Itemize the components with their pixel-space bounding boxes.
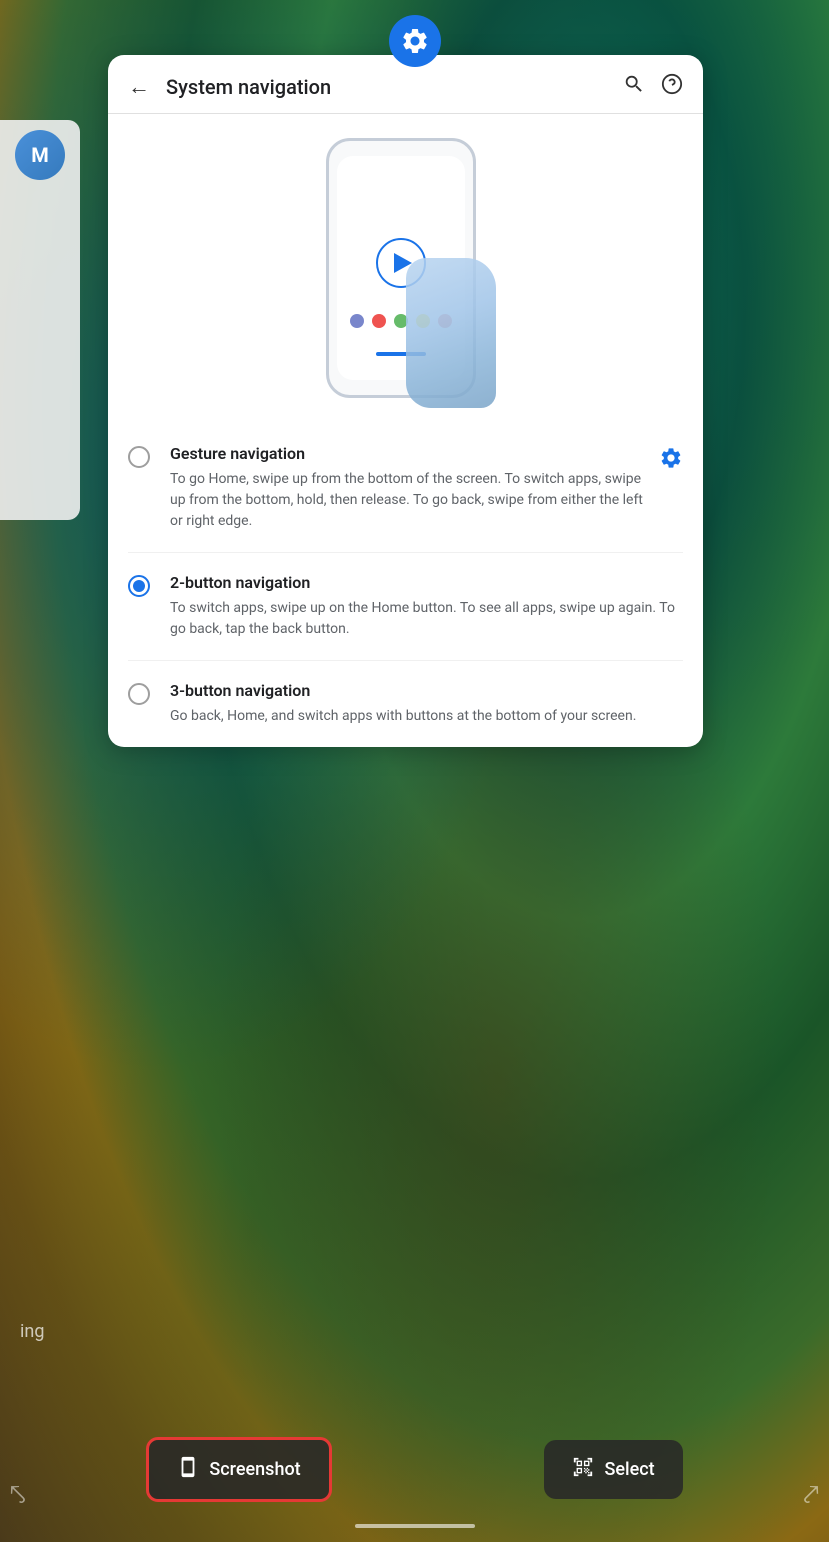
two-button-title: 2-button navigation [170,573,683,592]
back-button[interactable]: ← [128,74,150,100]
select-button[interactable]: Select [544,1440,682,1499]
gesture-desc: To go Home, swipe up from the bottom of … [170,469,647,532]
gesture-settings[interactable] [659,446,683,474]
two-button-desc: To switch apps, swipe up on the Home but… [170,598,683,640]
three-button-desc: Go back, Home, and switch apps with butt… [170,706,683,727]
options-area: Gesture navigation To go Home, swipe up … [108,424,703,747]
two-button-text: 2-button navigation To switch apps, swip… [170,573,683,640]
three-button-title: 3-button navigation [170,681,683,700]
radio-selected-indicator [133,580,145,592]
three-button-radio[interactable] [128,683,150,705]
search-icon[interactable] [623,73,645,101]
gesture-title: Gesture navigation [170,444,647,463]
hand-illustration [406,258,506,418]
avatar: M [15,130,65,180]
page-title: System navigation [166,75,623,99]
gesture-radio[interactable] [128,446,150,468]
gesture-text: Gesture navigation To go Home, swipe up … [170,444,647,532]
header-icons [623,73,683,101]
three-button-navigation-option[interactable]: 3-button navigation Go back, Home, and s… [128,661,683,747]
phone-illustration [326,138,486,408]
illustration-area [108,114,703,424]
gear-icon [389,15,441,67]
screenshot-icon [177,1456,199,1483]
navigation-dot [350,314,364,328]
select-label: Select [604,1459,654,1480]
settings-card: ← System navigation [108,55,703,747]
navigation-indicator [355,1524,475,1528]
left-panel: M [0,120,80,520]
screenshot-button[interactable]: Screenshot [146,1437,331,1502]
bottom-bar: Screenshot Select [0,1437,829,1502]
two-button-navigation-option[interactable]: 2-button navigation To switch apps, swip… [128,553,683,661]
help-icon[interactable] [661,73,683,101]
side-text: ing [20,1321,44,1342]
screenshot-label: Screenshot [209,1459,300,1480]
three-button-text: 3-button navigation Go back, Home, and s… [170,681,683,727]
select-icon [572,1456,594,1483]
hand-shape [406,258,496,408]
navigation-dot [372,314,386,328]
two-button-radio[interactable] [128,575,150,597]
gesture-navigation-option[interactable]: Gesture navigation To go Home, swipe up … [128,424,683,553]
